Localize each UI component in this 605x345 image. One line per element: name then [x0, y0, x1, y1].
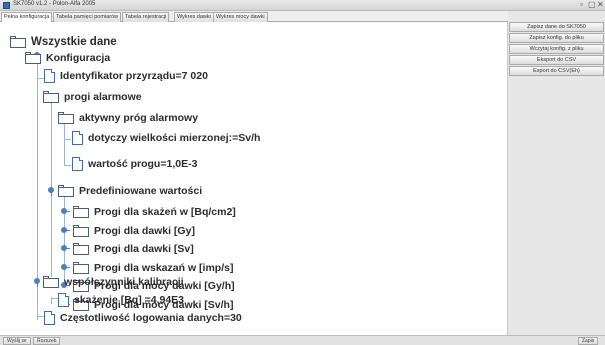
title-bar: SK7050 v1.2 - Polon-Alfa 2005 ▫ ▢ ✕ — [0, 0, 605, 11]
tree-node-progi-alarmowe[interactable]: progi alarmowe — [43, 89, 142, 105]
tab-wykres-mocy-dawki[interactable]: Wykres mocy dawki — [213, 12, 268, 22]
tab-wykres-dawki[interactable]: Wykres dawki — [174, 12, 214, 22]
tree-node-label: Identyfikator przyrządu=7 020 — [60, 70, 208, 82]
tree-node-skazenie[interactable]: skażenie [Bq] =4,94E3 — [58, 292, 184, 308]
tab-tabela-rejestracji[interactable]: Tabela rejestracji — [122, 12, 170, 22]
load-config-from-file-button[interactable]: Wczytaj konfig. z pliku — [509, 44, 604, 54]
folder-closed-icon — [73, 243, 89, 255]
tree-node-skazen[interactable]: Progi dla skażeń w [Bq/cm2] — [73, 204, 236, 220]
folder-closed-icon — [73, 225, 89, 237]
tree-node-label: Progi dla dawki [Sv] — [94, 243, 194, 255]
app-icon — [3, 2, 10, 9]
tree-connector — [37, 316, 44, 317]
folder-open-icon — [43, 276, 59, 288]
collapsed-toggle-icon[interactable] — [61, 245, 70, 252]
tree-node-label: Wszystkie dane — [31, 36, 117, 48]
expand-toggle-icon[interactable] — [34, 278, 41, 287]
document-icon — [58, 293, 69, 307]
tree-node-root[interactable]: Wszystkie dane — [10, 34, 117, 50]
tree-node-dawki-gy[interactable]: Progi dla dawki [Gy] — [73, 223, 195, 239]
app-window: SK7050 v1.2 - Polon-Alfa 2005 ▫ ▢ ✕ Pełn… — [0, 0, 605, 345]
document-icon — [44, 69, 55, 83]
tab-bar: Pełna konfiguracja Tabela pamięci pomiar… — [0, 11, 508, 23]
tree-node-label: Częstotliwość logowania danych=30 — [60, 312, 242, 324]
folder-open-icon — [58, 112, 74, 124]
tree-node-predefiniowane[interactable]: Predefiniowane wartości — [58, 183, 202, 199]
save-status-button[interactable]: Zapis — [578, 337, 599, 345]
tree-node-label: skażenie [Bq] =4,94E3 — [74, 294, 185, 306]
folder-open-icon — [25, 52, 41, 64]
tree-node-label: aktywny próg alarmowy — [79, 112, 199, 124]
tree-node-label: Progi dla skażeń w [Bq/cm2] — [94, 206, 236, 218]
collapsed-toggle-icon[interactable] — [61, 227, 70, 234]
status-bar: Wyślij se Rozszeb Zapis — [0, 335, 605, 345]
close-icon[interactable]: ✕ — [597, 0, 604, 10]
document-icon — [44, 311, 55, 325]
window-title: SK7050 v1.2 - Polon-Alfa 2005 — [13, 1, 96, 7]
collapsed-toggle-icon[interactable] — [61, 208, 70, 215]
tree-node-label: Konfiguracja — [46, 52, 111, 64]
collapsed-toggle-icon[interactable] — [61, 264, 70, 271]
folder-closed-icon — [73, 206, 89, 218]
tree-node-label: wartość progu=1,0E-3 — [88, 158, 198, 170]
tree-node-dawki-sv[interactable]: Progi dla dawki [Sv] — [73, 241, 194, 257]
export-csv-button[interactable]: Eksport do CSV — [509, 55, 604, 65]
folder-open-icon — [58, 185, 74, 197]
tree-connector — [64, 165, 71, 166]
tab-tabela-pamieci[interactable]: Tabela pamięci pomiarów — [53, 12, 122, 22]
tree-node-czestotliwosc[interactable]: Częstotliwość logowania danych=30 — [44, 310, 242, 326]
save-to-device-button[interactable]: Zapisz dane do SK7050 — [509, 22, 604, 32]
tree-node-label: Predefiniowane wartości — [79, 185, 203, 197]
folder-open-icon — [10, 36, 26, 48]
tree-node-wspolczynniki[interactable]: współczynniki kalibracji — [43, 274, 184, 290]
save-config-to-file-button[interactable]: Zapisz konfig. do pliku — [509, 33, 604, 43]
tree-node-label: progi alarmowe — [64, 91, 142, 103]
send-button[interactable]: Wyślij se — [3, 337, 31, 345]
tree-node-konfiguracja[interactable]: Konfiguracja — [25, 50, 110, 66]
tree-node-label: dotyczy wielkości mierzonej:=Sv/h — [88, 132, 261, 144]
tree-node-wartosc-progu[interactable]: wartość progu=1,0E-3 — [72, 156, 197, 172]
minimize-icon[interactable]: ▫ — [580, 0, 583, 10]
tree-node-label: Progi dla wskazań w [imp/s] — [94, 262, 234, 274]
tree-node-dotyczy[interactable]: dotyczy wielkości mierzonej:=Sv/h — [72, 130, 260, 146]
tree-node-aktywny-prog[interactable]: aktywny próg alarmowy — [58, 110, 198, 126]
tree-connector — [37, 78, 44, 79]
folder-closed-icon — [73, 262, 89, 274]
export-csv-eh-button[interactable]: Export do CSV(Eh) — [509, 66, 604, 76]
maximize-icon[interactable]: ▢ — [588, 0, 596, 10]
action-panel: Zapisz dane do SK7050 Zapisz konfig. do … — [508, 11, 605, 335]
folder-open-icon — [43, 91, 59, 103]
tree-connector — [51, 298, 58, 299]
tree-node-label: Progi dla dawki [Gy] — [94, 225, 195, 237]
tree-connector — [64, 139, 71, 140]
document-icon — [72, 157, 83, 171]
document-icon — [72, 131, 83, 145]
tree-node-label: współczynniki kalibracji — [64, 276, 184, 288]
expand-toggle-icon[interactable] — [48, 187, 55, 196]
tree-node-identyfikator[interactable]: Identyfikator przyrządu=7 020 — [44, 68, 208, 84]
config-tree[interactable]: Wszystkie dane Konfiguracja Identyfikato… — [0, 22, 508, 335]
expand-button[interactable]: Rozszeb — [33, 337, 61, 345]
